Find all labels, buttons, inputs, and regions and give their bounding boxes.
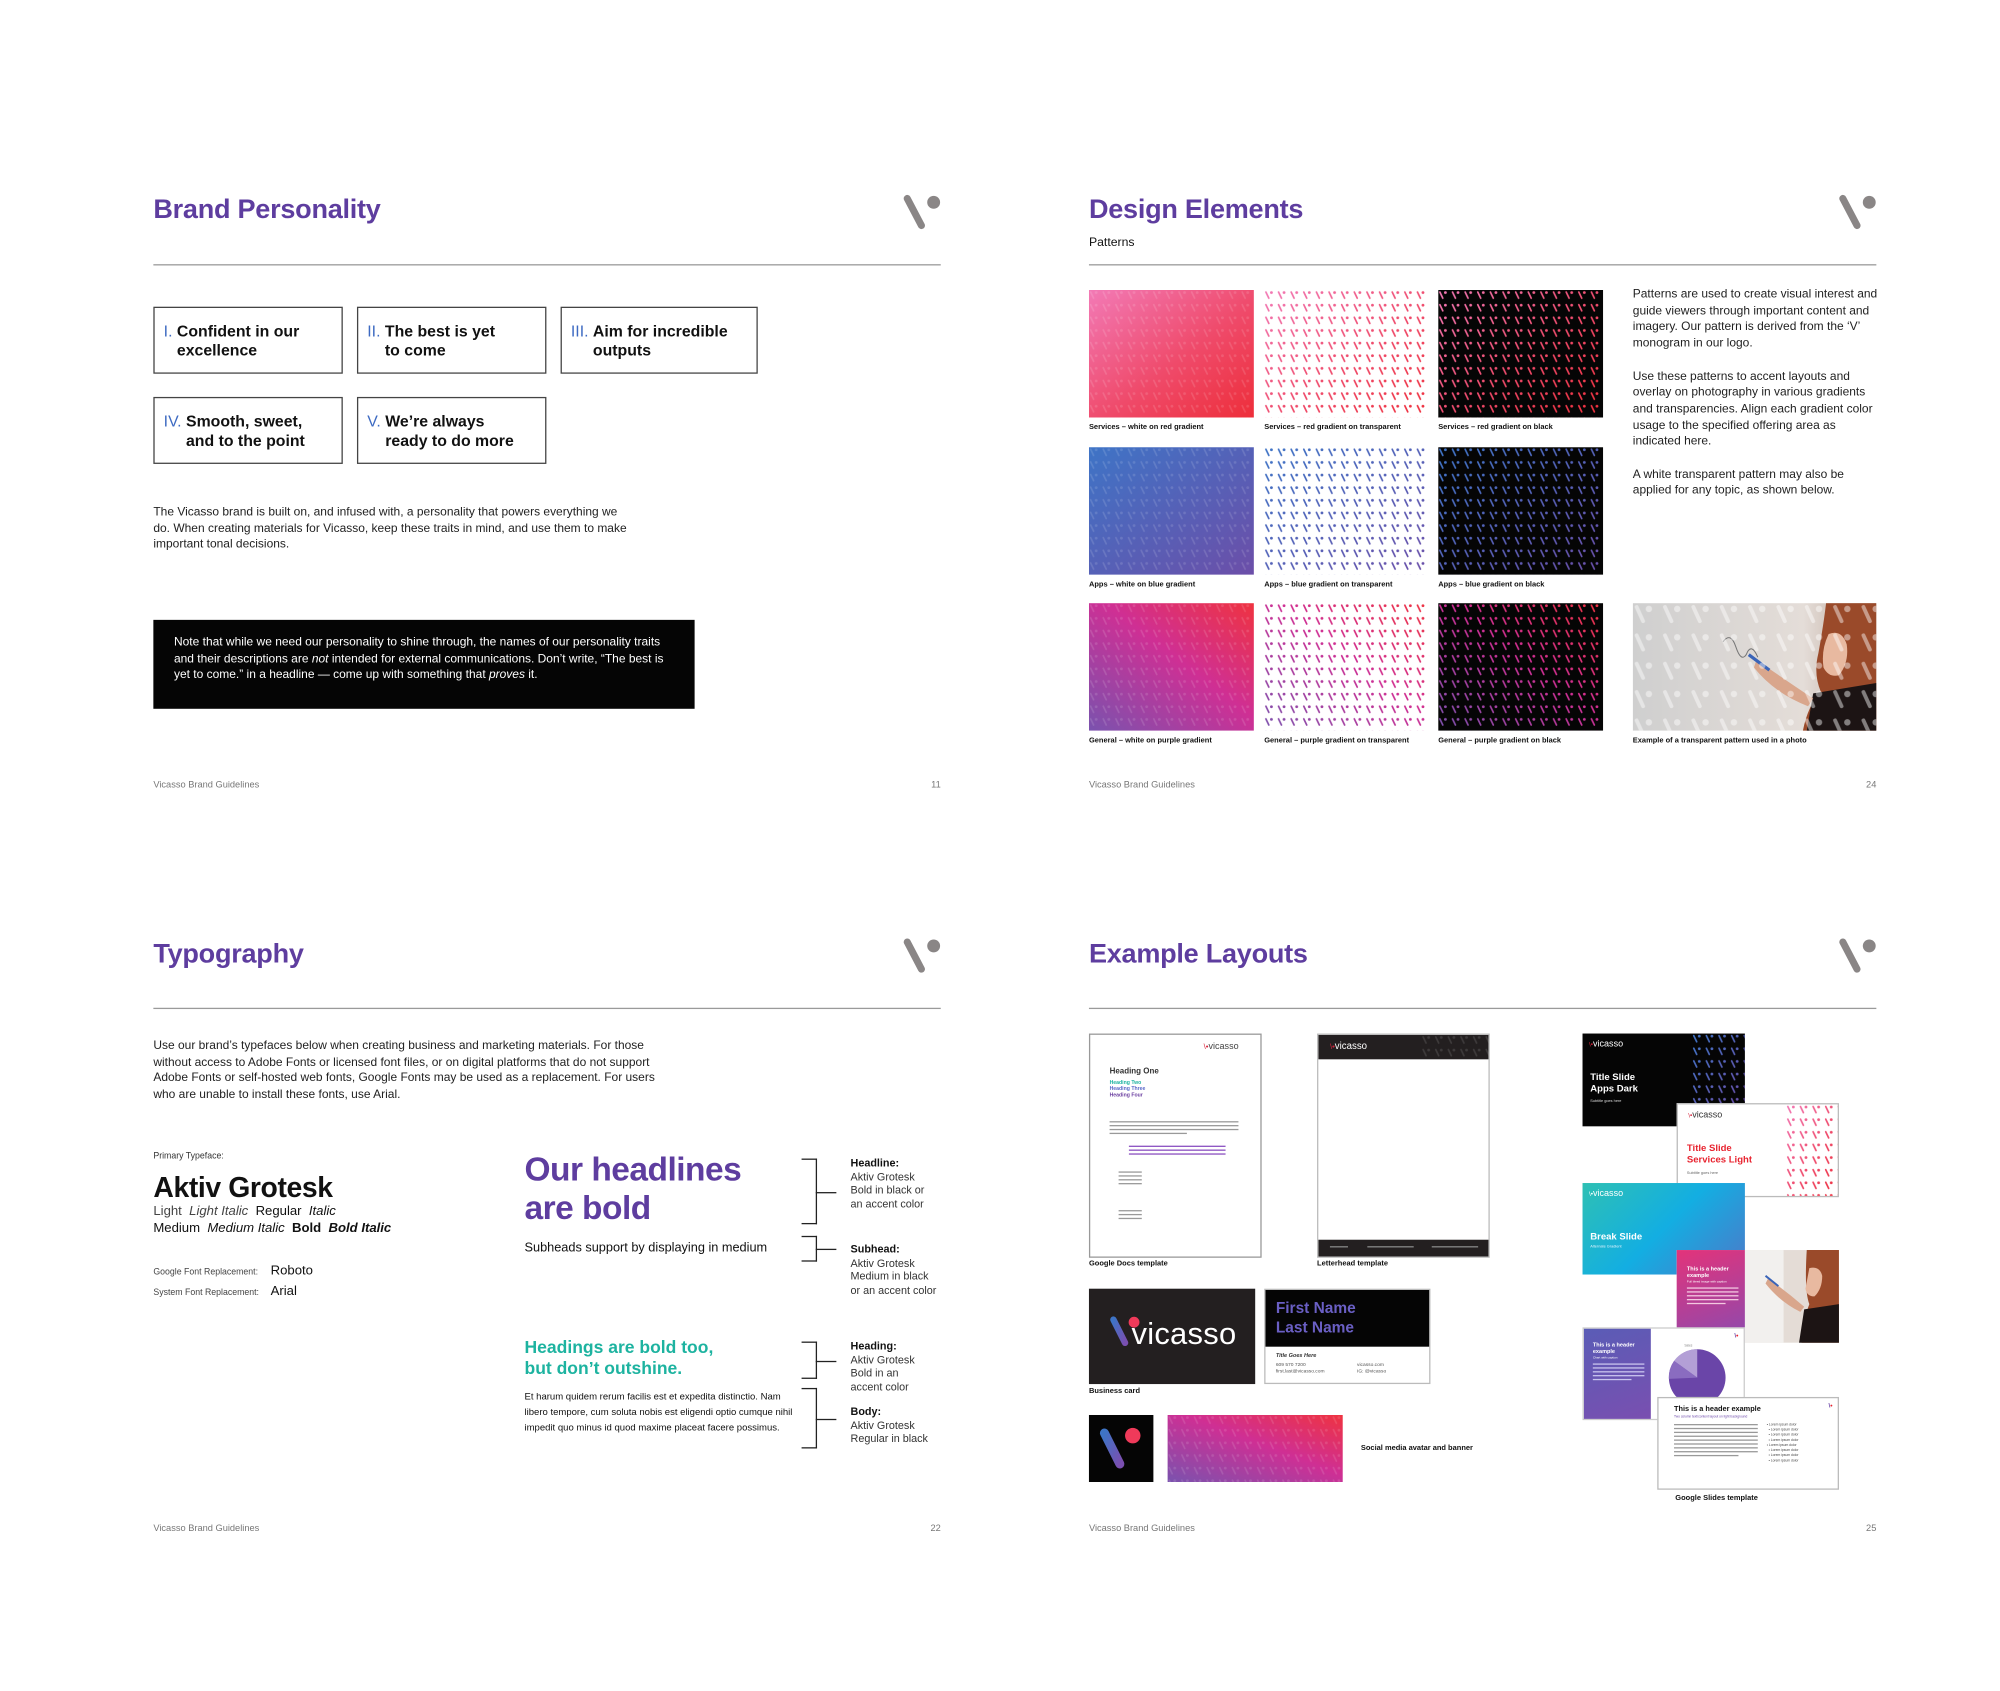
vicasso-monogram-icon: \•: [1734, 1332, 1739, 1341]
photo-caption: Example of a transparent pattern used in…: [1632, 737, 1807, 745]
typography-intro: Use our brand’s typefaces below when cre…: [153, 1038, 655, 1101]
bracket-line: [801, 1387, 837, 1449]
page-number: 24: [1866, 778, 1877, 790]
weights-line-2: Medium Medium Italic Bold Bold Italic: [153, 1221, 392, 1236]
pattern-swatch: [1438, 447, 1604, 575]
page-title: Design Elements: [1088, 194, 1304, 225]
pattern-swatch: [1264, 603, 1430, 731]
weights-line-1: Light Light Italic Regular Italic: [153, 1204, 336, 1220]
page-number: 11: [931, 778, 941, 790]
vicasso-monogram-icon: [1839, 938, 1876, 973]
footer-label: Vicasso Brand Guidelines: [1088, 1521, 1195, 1534]
card-name: First Name Last Name: [1275, 1299, 1356, 1337]
docs-caption: Google Docs template: [1088, 1260, 1168, 1269]
annotation-heading: Heading: Aktiv Grotesk Bold in an accent co…: [850, 1338, 915, 1393]
footer-label: Vicasso Brand Guidelines: [1088, 778, 1195, 790]
headline-sample: Our headlines are bold: [524, 1149, 742, 1227]
system-font-replacement: System Font Replacement: Arial: [153, 1284, 297, 1300]
page-title: Brand Personality: [153, 194, 381, 225]
social-avatar: [1088, 1414, 1154, 1483]
pattern-caption: Services – red gradient on transparent: [1264, 423, 1401, 432]
trait-box: II. The best is yet to come: [356, 306, 547, 374]
business-card-caption: Business card: [1088, 1387, 1141, 1396]
bracket-line: [801, 1158, 837, 1225]
pattern-caption: Apps – blue gradient on black: [1438, 581, 1545, 589]
business-card-back: First Name Last Name Title Goes Here 609 …: [1264, 1288, 1431, 1385]
page-title: Example Layouts: [1088, 939, 1308, 970]
heading-sample: Headings are bold too, but don’t outshine…: [524, 1337, 714, 1378]
pattern-caption: Apps – blue gradient on transparent: [1264, 581, 1393, 589]
vicasso-monogram-icon: \•: [1828, 1402, 1833, 1410]
wordmark: \•vicasso: [1203, 1042, 1239, 1052]
pattern-swatch: [1088, 289, 1254, 418]
trait-box: I. Confident in our excellence: [153, 306, 343, 374]
wordmark: vicasso: [1131, 1317, 1237, 1352]
bracket-line: [801, 1235, 837, 1262]
wordmark: \•vicasso: [1329, 1039, 1368, 1052]
pattern-swatch: [1438, 603, 1604, 731]
trait-box: V. We’re always ready to do more: [356, 396, 547, 464]
divider: [153, 1007, 941, 1010]
pattern-swatch: [1438, 289, 1604, 418]
page-number: 22: [930, 1521, 941, 1534]
page-title: Typography: [153, 939, 304, 970]
vicasso-monogram-icon: [1099, 1427, 1141, 1469]
patterns-description: Patterns are used to create visual inter…: [1632, 287, 1878, 497]
page-number: 25: [1866, 1521, 1877, 1534]
trait-box: III. Aim for incredible outputs: [560, 306, 758, 374]
pattern-caption: General – white on purple gradient: [1088, 737, 1212, 745]
letterhead-thumbnail: \•vicasso: [1317, 1033, 1490, 1258]
pattern-swatch: [1264, 289, 1430, 418]
divider: [1088, 264, 1877, 266]
annotation-headline: Headline: Aktiv Grotesk Bold in black or an…: [850, 1155, 925, 1210]
vicasso-monogram-icon: [903, 194, 941, 230]
svg-text:Sales: Sales: [1684, 1344, 1692, 1348]
slides-caption: Google Slides template: [1675, 1494, 1758, 1503]
annotation-body: Body: Aktiv Grotesk Regular in black: [850, 1404, 928, 1445]
divider: [1088, 1007, 1877, 1010]
letterhead-caption: Letterhead template: [1317, 1260, 1389, 1269]
primary-typeface-name: Aktiv Grotesk: [153, 1171, 333, 1204]
subhead-sample: Subheads support by displaying in medium: [524, 1241, 768, 1256]
pattern-swatch: [1088, 603, 1254, 731]
primary-typeface-label: Primary Typeface:: [153, 1152, 224, 1162]
pattern-caption: Apps – white on blue gradient: [1088, 581, 1196, 589]
business-card-front: vicasso: [1088, 1288, 1256, 1385]
pattern-photo-example: [1632, 603, 1877, 731]
section-subtitle: Patterns: [1088, 235, 1135, 251]
note-callout: Note that while we need our personality …: [153, 619, 695, 709]
annotation-subhead: Subhead: Aktiv Grotesk Medium in black or a…: [850, 1242, 937, 1296]
google-docs-thumbnail: \•vicasso Heading One Heading Two Headin…: [1088, 1033, 1262, 1258]
social-caption: Social media avatar and banner: [1360, 1444, 1473, 1453]
whiteboard-photo: [1744, 1250, 1839, 1343]
pattern-caption: Services – white on red gradient: [1088, 423, 1204, 432]
body-sample: Et harum quidem rerum facilis est et exp…: [524, 1390, 793, 1434]
pattern-caption: Services – red gradient on black: [1438, 423, 1553, 432]
divider: [153, 264, 941, 266]
intro-paragraph: The Vicasso brand is built on, and infus…: [153, 505, 627, 551]
footer-label: Vicasso Brand Guidelines: [153, 778, 260, 790]
pattern-swatch: [1264, 447, 1430, 575]
pattern-caption: General – purple gradient on black: [1438, 737, 1562, 745]
footer-label: Vicasso Brand Guidelines: [153, 1521, 260, 1534]
pattern-caption: General – purple gradient on transparent: [1264, 737, 1410, 745]
bracket-line: [801, 1341, 837, 1379]
slide-two-column: \• This is a header example Two column t…: [1657, 1396, 1839, 1490]
trait-box: IV. Smooth, sweet, and to the point: [153, 396, 343, 464]
social-banner: [1167, 1414, 1343, 1483]
vicasso-monogram-icon: [903, 938, 941, 973]
pattern-swatch: [1088, 447, 1254, 575]
vicasso-monogram-icon: [1839, 194, 1876, 230]
